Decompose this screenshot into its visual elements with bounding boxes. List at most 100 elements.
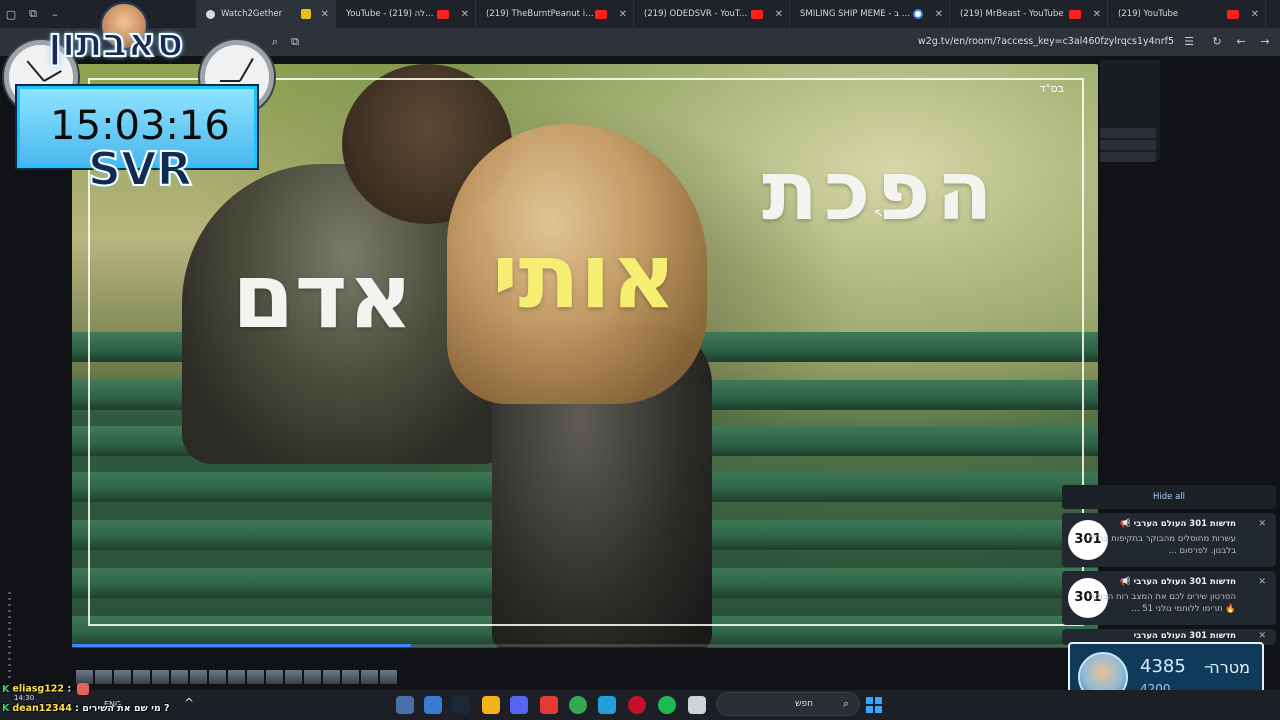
mouse-cursor-icon: ↖	[874, 206, 885, 220]
youtube-favicon-icon	[436, 9, 449, 19]
notification-item[interactable]: 301 חדשות 301 העולם הערבי 📢 עשרות מחוסלי…	[1062, 513, 1276, 567]
tab-burntpeanut[interactable]: (219) TheBurntPeanut is a Rece ✕	[476, 0, 634, 28]
close-icon[interactable]: ✕	[1258, 577, 1266, 587]
windows-start-icon[interactable]	[866, 697, 882, 713]
close-tab-icon[interactable]: ✕	[935, 9, 943, 20]
scene-thumb[interactable]	[76, 670, 93, 684]
chat-message: Keliasg122 :	[2, 683, 90, 695]
search-icon: ⌕	[842, 697, 849, 710]
brand-title: סאבתון	[47, 19, 184, 67]
tab-odedsvr[interactable]: (219) ODEDSVR - YouTube ✕	[634, 0, 790, 28]
scene-thumb[interactable]	[380, 670, 397, 684]
tab-smiling-ship[interactable]: SMILING SHIP MEME - חיפוש ב ✕	[790, 0, 950, 28]
notification-title: חדשות 301 העולם הערבי 📢	[1120, 577, 1236, 587]
youtube-favicon-icon	[750, 9, 763, 19]
youtube-favicon-icon	[1068, 9, 1081, 19]
youtube-favicon-icon	[594, 9, 607, 19]
kick-icon: K	[2, 683, 10, 695]
playlist-item[interactable]	[1100, 140, 1156, 150]
screen: ▢ ⧉ – Watch2Gether ✕ YouTube - (219) צ'ל…	[0, 0, 1280, 720]
google-favicon-icon	[912, 9, 923, 19]
close-tab-icon[interactable]: ✕	[775, 9, 783, 20]
tab-title: (219) TheBurntPeanut is a Rece	[486, 9, 595, 19]
emote-icon	[77, 683, 90, 695]
calculator-icon[interactable]	[396, 696, 414, 714]
video-title-word-3: אדם	[232, 244, 414, 349]
chat-message: Kdean12344 : מי שם את השירים ?	[2, 703, 170, 714]
scene-thumb[interactable]	[266, 670, 283, 684]
notification-title: חדשות 301 העולם הערבי 📢	[1120, 519, 1236, 529]
close-icon[interactable]: ✕	[1258, 631, 1266, 641]
tab-title: (219) ODEDSVR - YouTube	[644, 9, 751, 19]
address-bar[interactable]: w2g.tv/en/room/?access_key=c3al460fzylrq…	[918, 36, 1174, 47]
steam-icon[interactable]	[452, 696, 470, 714]
share-icon[interactable]: ⧉	[288, 35, 302, 49]
scene-thumb[interactable]	[304, 670, 321, 684]
obs-icon[interactable]	[628, 696, 646, 714]
app-icon[interactable]	[540, 696, 558, 714]
notification-item[interactable]: 301 חדשות 301 העולם הערבי 📢 הסרטון שירים…	[1062, 571, 1276, 625]
notes-icon[interactable]	[688, 696, 706, 714]
extension-icon[interactable]	[300, 9, 311, 19]
scene-thumb[interactable]	[361, 670, 378, 684]
scene-thumb[interactable]	[152, 670, 169, 684]
scene-filmstrip	[76, 670, 397, 686]
scene-thumb[interactable]	[95, 670, 112, 684]
tab-youtube[interactable]: (219) YouTube ✕	[1108, 0, 1266, 28]
kick-icon: K	[2, 703, 10, 714]
video-progress-fill	[72, 644, 411, 647]
taskbar-search-input[interactable]: חפש ⌕	[716, 692, 860, 716]
chat-text: מי שם את השירים ?	[82, 703, 170, 714]
site-settings-icon[interactable]: ☰	[1182, 35, 1196, 49]
scene-thumb[interactable]	[247, 670, 264, 684]
scene-thumb[interactable]	[342, 670, 359, 684]
tab-youtube-chella[interactable]: YouTube - (219) צ'לה בלה ✕	[336, 0, 476, 28]
photos-icon[interactable]	[424, 696, 442, 714]
goal-label: מטרה	[1209, 658, 1250, 677]
scene-thumb[interactable]	[171, 670, 188, 684]
file-explorer-icon[interactable]	[482, 696, 500, 714]
chat-username: dean12344	[12, 703, 72, 714]
hide-all-button[interactable]: Hide all	[1062, 485, 1276, 509]
video-progress-bar[interactable]	[72, 644, 1098, 647]
scene-thumb[interactable]	[209, 670, 226, 684]
scene-thumb[interactable]	[114, 670, 131, 684]
spotify-icon[interactable]	[658, 696, 676, 714]
chrome-icon[interactable]	[569, 696, 587, 714]
bsd-label: בס"ד	[1039, 82, 1064, 95]
playlist-item[interactable]	[1100, 128, 1156, 138]
tab-title: (219) YouTube	[1118, 9, 1179, 19]
goal-current: 4385	[1140, 656, 1186, 677]
close-tab-icon[interactable]: ✕	[1093, 9, 1101, 20]
clock-label: SVR	[87, 141, 193, 197]
close-tab-icon[interactable]: ✕	[619, 9, 627, 20]
tab-title: (219) MrBeast - YouTube	[960, 9, 1064, 19]
close-tab-icon[interactable]: ✕	[1251, 9, 1259, 20]
system-clock: 14:30	[14, 694, 35, 702]
chat-username: eliasg122	[12, 683, 65, 695]
close-tab-icon[interactable]: ✕	[321, 9, 329, 20]
chevron-up-icon[interactable]: ^	[180, 696, 198, 714]
scene-thumb[interactable]	[133, 670, 150, 684]
scene-thumb[interactable]	[285, 670, 302, 684]
stream-clock-overlay: סאבתון 15:03:16 SVR	[0, 0, 275, 205]
search-placeholder: חפש	[795, 699, 813, 709]
side-toolbar	[8, 592, 11, 682]
scene-thumb[interactable]	[323, 670, 340, 684]
back-arrow-icon[interactable]: ←	[1234, 35, 1248, 49]
reload-icon[interactable]: ↻	[1210, 35, 1224, 49]
tab-mrbeast[interactable]: (219) MrBeast - YouTube ✕	[950, 0, 1108, 28]
playlist-item[interactable]	[1100, 152, 1156, 162]
youtube-favicon-icon	[1226, 9, 1239, 19]
video-title-word-2: אותי	[492, 224, 677, 329]
telegram-icon[interactable]	[598, 696, 616, 714]
tab-title: YouTube - (219) צ'לה בלה	[346, 9, 437, 19]
scene-thumb[interactable]	[190, 670, 207, 684]
scene-thumb[interactable]	[228, 670, 245, 684]
close-tab-icon[interactable]: ✕	[461, 9, 469, 20]
close-icon[interactable]: ✕	[1258, 519, 1266, 529]
notification-body: הסרטון שירים לכם את המצב רוח הבוקר 🔥 תרי…	[1089, 592, 1236, 614]
forward-arrow-icon[interactable]: →	[1258, 35, 1272, 49]
discord-icon[interactable]	[510, 696, 528, 714]
notification-title: חדשות 301 העולם הערבי	[1133, 631, 1236, 641]
